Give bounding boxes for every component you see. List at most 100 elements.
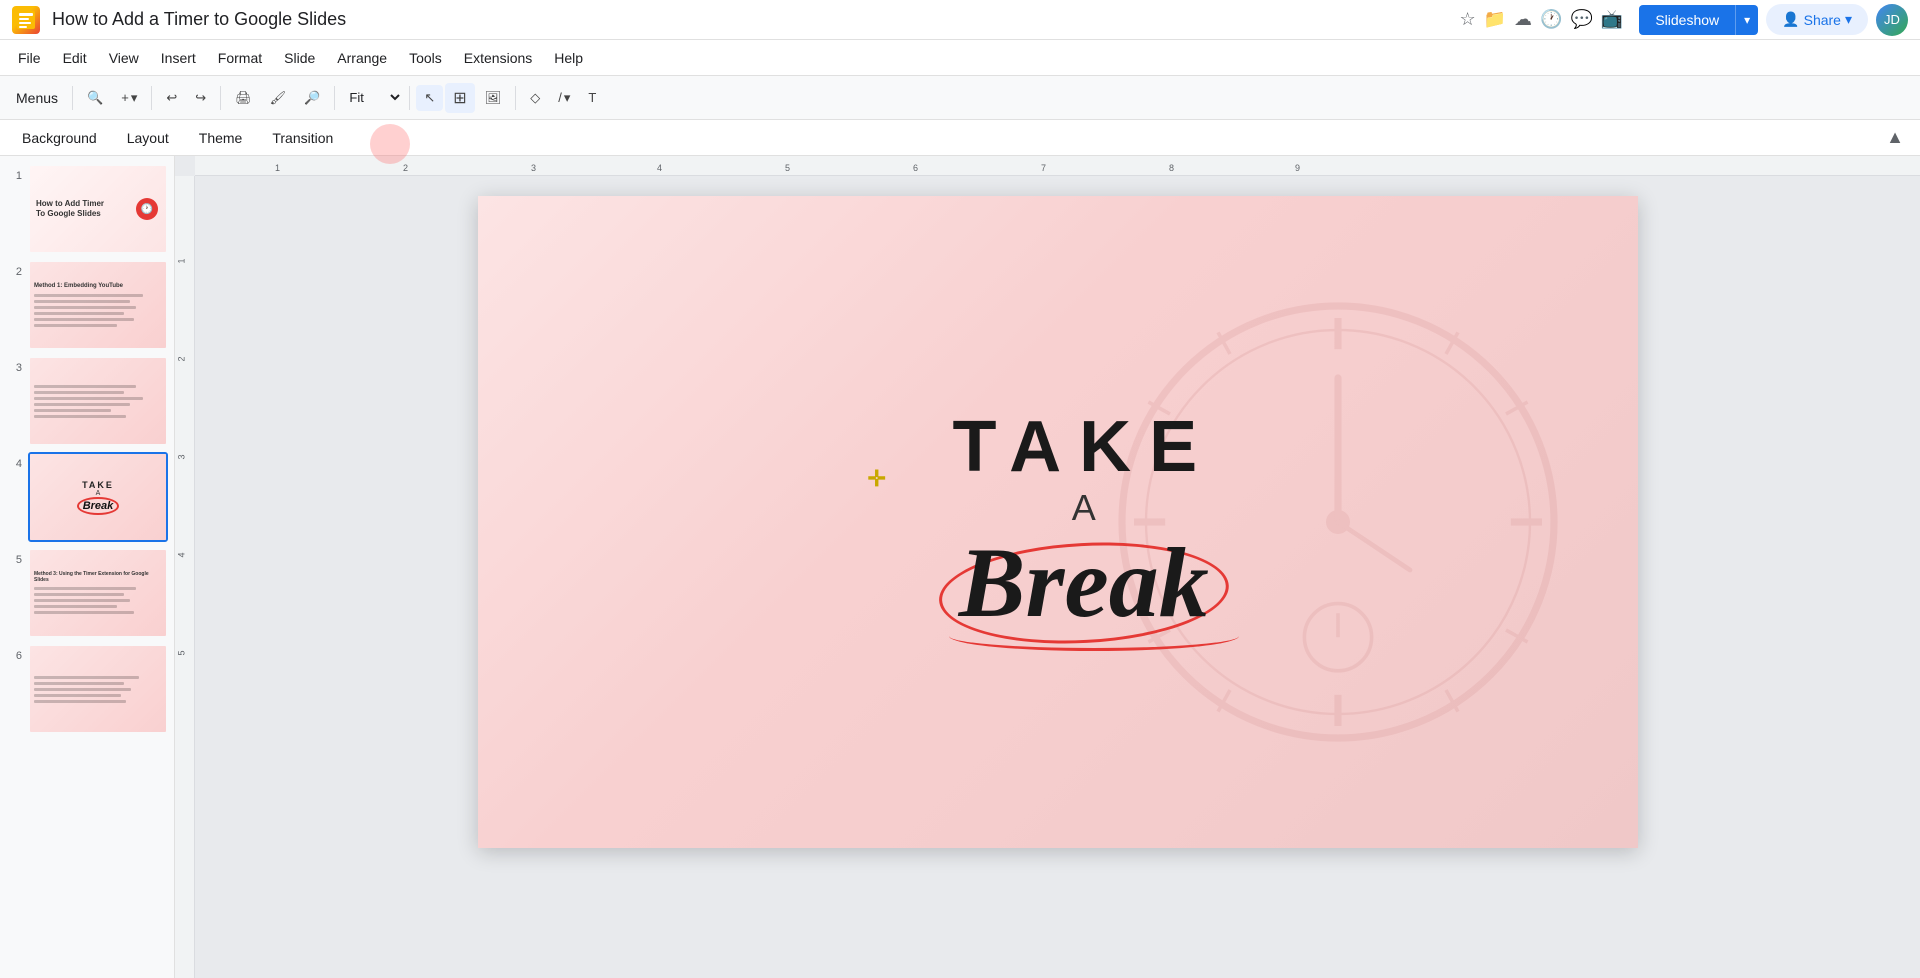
user-avatar[interactable]: JD <box>1876 4 1908 36</box>
slide-thumbnail-1[interactable]: How to Add TimerTo Google Slides 🕐 <box>28 164 168 254</box>
image-icon: 🖼 <box>485 90 502 106</box>
menu-item-arrange[interactable]: Arrange <box>327 46 397 70</box>
h-ruler-mark-3: 3 <box>531 163 536 173</box>
slide-thumbnail-5[interactable]: Method 3: Using the Timer Extension for … <box>28 548 168 638</box>
slideshow-button[interactable]: Slideshow <box>1639 5 1735 35</box>
menu-item-help[interactable]: Help <box>544 46 593 70</box>
menu-item-format[interactable]: Format <box>208 46 272 70</box>
a-text: A <box>952 487 1215 529</box>
textbox-button[interactable]: T <box>580 85 604 110</box>
history-icon[interactable]: 🕐 <box>1540 9 1562 30</box>
slide-thumbnail-3[interactable] <box>28 356 168 446</box>
slide5-line5 <box>34 611 134 614</box>
undo-button[interactable]: ↩ <box>158 85 185 111</box>
title-bar: How to Add a Timer to Google Slides ☆ 📁 … <box>0 0 1920 40</box>
v-ruler-mark-1: 1 <box>177 258 187 263</box>
image-crop-button[interactable]: 🖼 <box>477 85 510 111</box>
cloud-icon[interactable]: ☁ <box>1514 9 1532 30</box>
slide-item-6[interactable]: 6 <box>6 644 168 734</box>
slideshow-dropdown-button[interactable]: ▾ <box>1735 5 1758 35</box>
menus-button[interactable]: Menus <box>8 86 66 110</box>
redo-icon: ↪ <box>195 90 206 106</box>
h-ruler-mark-1: 1 <box>275 163 280 173</box>
doc-title: How to Add a Timer to Google Slides <box>52 9 1451 30</box>
theme-button[interactable]: Theme <box>185 126 257 150</box>
slide3-line2 <box>34 391 124 394</box>
line-button[interactable]: / ▾ <box>550 85 578 111</box>
h-ruler-mark-4: 4 <box>657 163 662 173</box>
zoom-in-button[interactable]: 🔎 <box>296 85 328 111</box>
toolbar-separator-5 <box>409 86 410 110</box>
comments-icon[interactable]: 💬 <box>1570 9 1592 30</box>
slide1-title: How to Add TimerTo Google Slides <box>36 199 104 218</box>
folder-icon[interactable]: 📁 <box>1484 9 1506 30</box>
menu-item-file[interactable]: File <box>8 46 51 70</box>
slide-item-5[interactable]: 5 Method 3: Using the Timer Extension fo… <box>6 548 168 638</box>
slide6-line3 <box>34 688 131 691</box>
zoom-button[interactable]: 🔍 <box>79 85 111 111</box>
slide-thumbnail-4[interactable]: TAKE A Break <box>28 452 168 542</box>
slide2-heading: Method 1: Embedding YouTube <box>34 283 123 289</box>
toolbar-separator-2 <box>151 86 152 110</box>
title-icons: ☆ 📁 ☁ <box>1459 9 1532 30</box>
shapes-button[interactable]: ◇ <box>522 85 548 111</box>
paint-format-button[interactable]: 🖌 <box>262 85 295 111</box>
collapse-button[interactable]: ▲ <box>1878 123 1912 152</box>
break-wrapper: Break <box>959 533 1209 633</box>
horizontal-ruler: 1 2 3 4 5 6 7 8 9 <box>195 156 1920 176</box>
slide6-line5 <box>34 700 126 703</box>
present-icon[interactable]: 📺 <box>1601 9 1623 30</box>
h-ruler-mark-8: 8 <box>1169 163 1174 173</box>
slide5-heading: Method 3: Using the Timer Extension for … <box>34 571 162 583</box>
select-tool-button[interactable]: ↖ <box>416 85 443 111</box>
add-button[interactable]: + ▾ <box>113 85 145 111</box>
slide-number-3: 3 <box>6 356 22 374</box>
share-button[interactable]: 👤 Share ▾ <box>1766 4 1868 35</box>
slides-panel: 1 How to Add TimerTo Google Slides 🕐 2 M… <box>0 156 175 978</box>
menu-item-insert[interactable]: Insert <box>151 46 206 70</box>
slide-canvas-wrap[interactable]: TAKE A Break ✛ <box>195 176 1920 978</box>
take-text: TAKE <box>952 411 1215 483</box>
slide-item-4[interactable]: 4 TAKE A Break <box>6 452 168 542</box>
slide-item-3[interactable]: 3 <box>6 356 168 446</box>
slide2-line5 <box>34 318 134 321</box>
dropdown-icon-2: ▾ <box>564 90 571 106</box>
dropdown-icon: ▾ <box>131 90 138 106</box>
print-button[interactable]: 🖨 <box>227 85 260 111</box>
undo-icon: ↩ <box>166 90 177 106</box>
slide-canvas[interactable]: TAKE A Break ✛ <box>478 196 1638 848</box>
share-icon: 👤 <box>1782 11 1799 28</box>
menu-item-view[interactable]: View <box>99 46 149 70</box>
zoom-in-icon: 🔎 <box>304 90 320 106</box>
menu-item-edit[interactable]: Edit <box>53 46 97 70</box>
slide-thumbnail-2[interactable]: Method 1: Embedding YouTube <box>28 260 168 350</box>
crop-icon: ⊞ <box>453 88 466 108</box>
slide-item-1[interactable]: 1 How to Add TimerTo Google Slides 🕐 <box>6 164 168 254</box>
slide2-line1 <box>34 294 143 297</box>
h-ruler-mark-5: 5 <box>785 163 790 173</box>
transition-button[interactable]: Transition <box>258 126 347 150</box>
slide-number-6: 6 <box>6 644 22 662</box>
background-button[interactable]: Background <box>8 126 111 150</box>
vertical-ruler: 1 2 3 4 5 <box>175 176 195 978</box>
slide3-line5 <box>34 409 111 412</box>
slide-number-2: 2 <box>6 260 22 278</box>
search-icon: 🔍 <box>87 90 103 106</box>
slide-item-2[interactable]: 2 Method 1: Embedding YouTube <box>6 260 168 350</box>
slide2-line6 <box>34 324 117 327</box>
slide5-line2 <box>34 593 124 596</box>
toolbar-separator-4 <box>334 86 335 110</box>
menu-item-slide[interactable]: Slide <box>274 46 325 70</box>
star-icon[interactable]: ☆ <box>1459 9 1475 30</box>
menu-item-extensions[interactable]: Extensions <box>454 46 542 70</box>
slide2-line4 <box>34 312 124 315</box>
zoom-select[interactable]: Fit 50% 75% 100% 150% 200% <box>341 85 403 110</box>
crop-tool-button[interactable]: ⊞ <box>445 83 474 113</box>
menu-item-tools[interactable]: Tools <box>399 46 452 70</box>
print-icon: 🖨 <box>235 90 252 106</box>
redo-button[interactable]: ↪ <box>187 85 214 111</box>
plus-icon: + <box>121 90 129 105</box>
layout-button[interactable]: Layout <box>113 126 183 150</box>
slide-thumbnail-6[interactable] <box>28 644 168 734</box>
toolbar: Menus 🔍 + ▾ ↩ ↪ 🖨 🖌 🔎 Fit 50% 75% 100% 1… <box>0 76 1920 120</box>
